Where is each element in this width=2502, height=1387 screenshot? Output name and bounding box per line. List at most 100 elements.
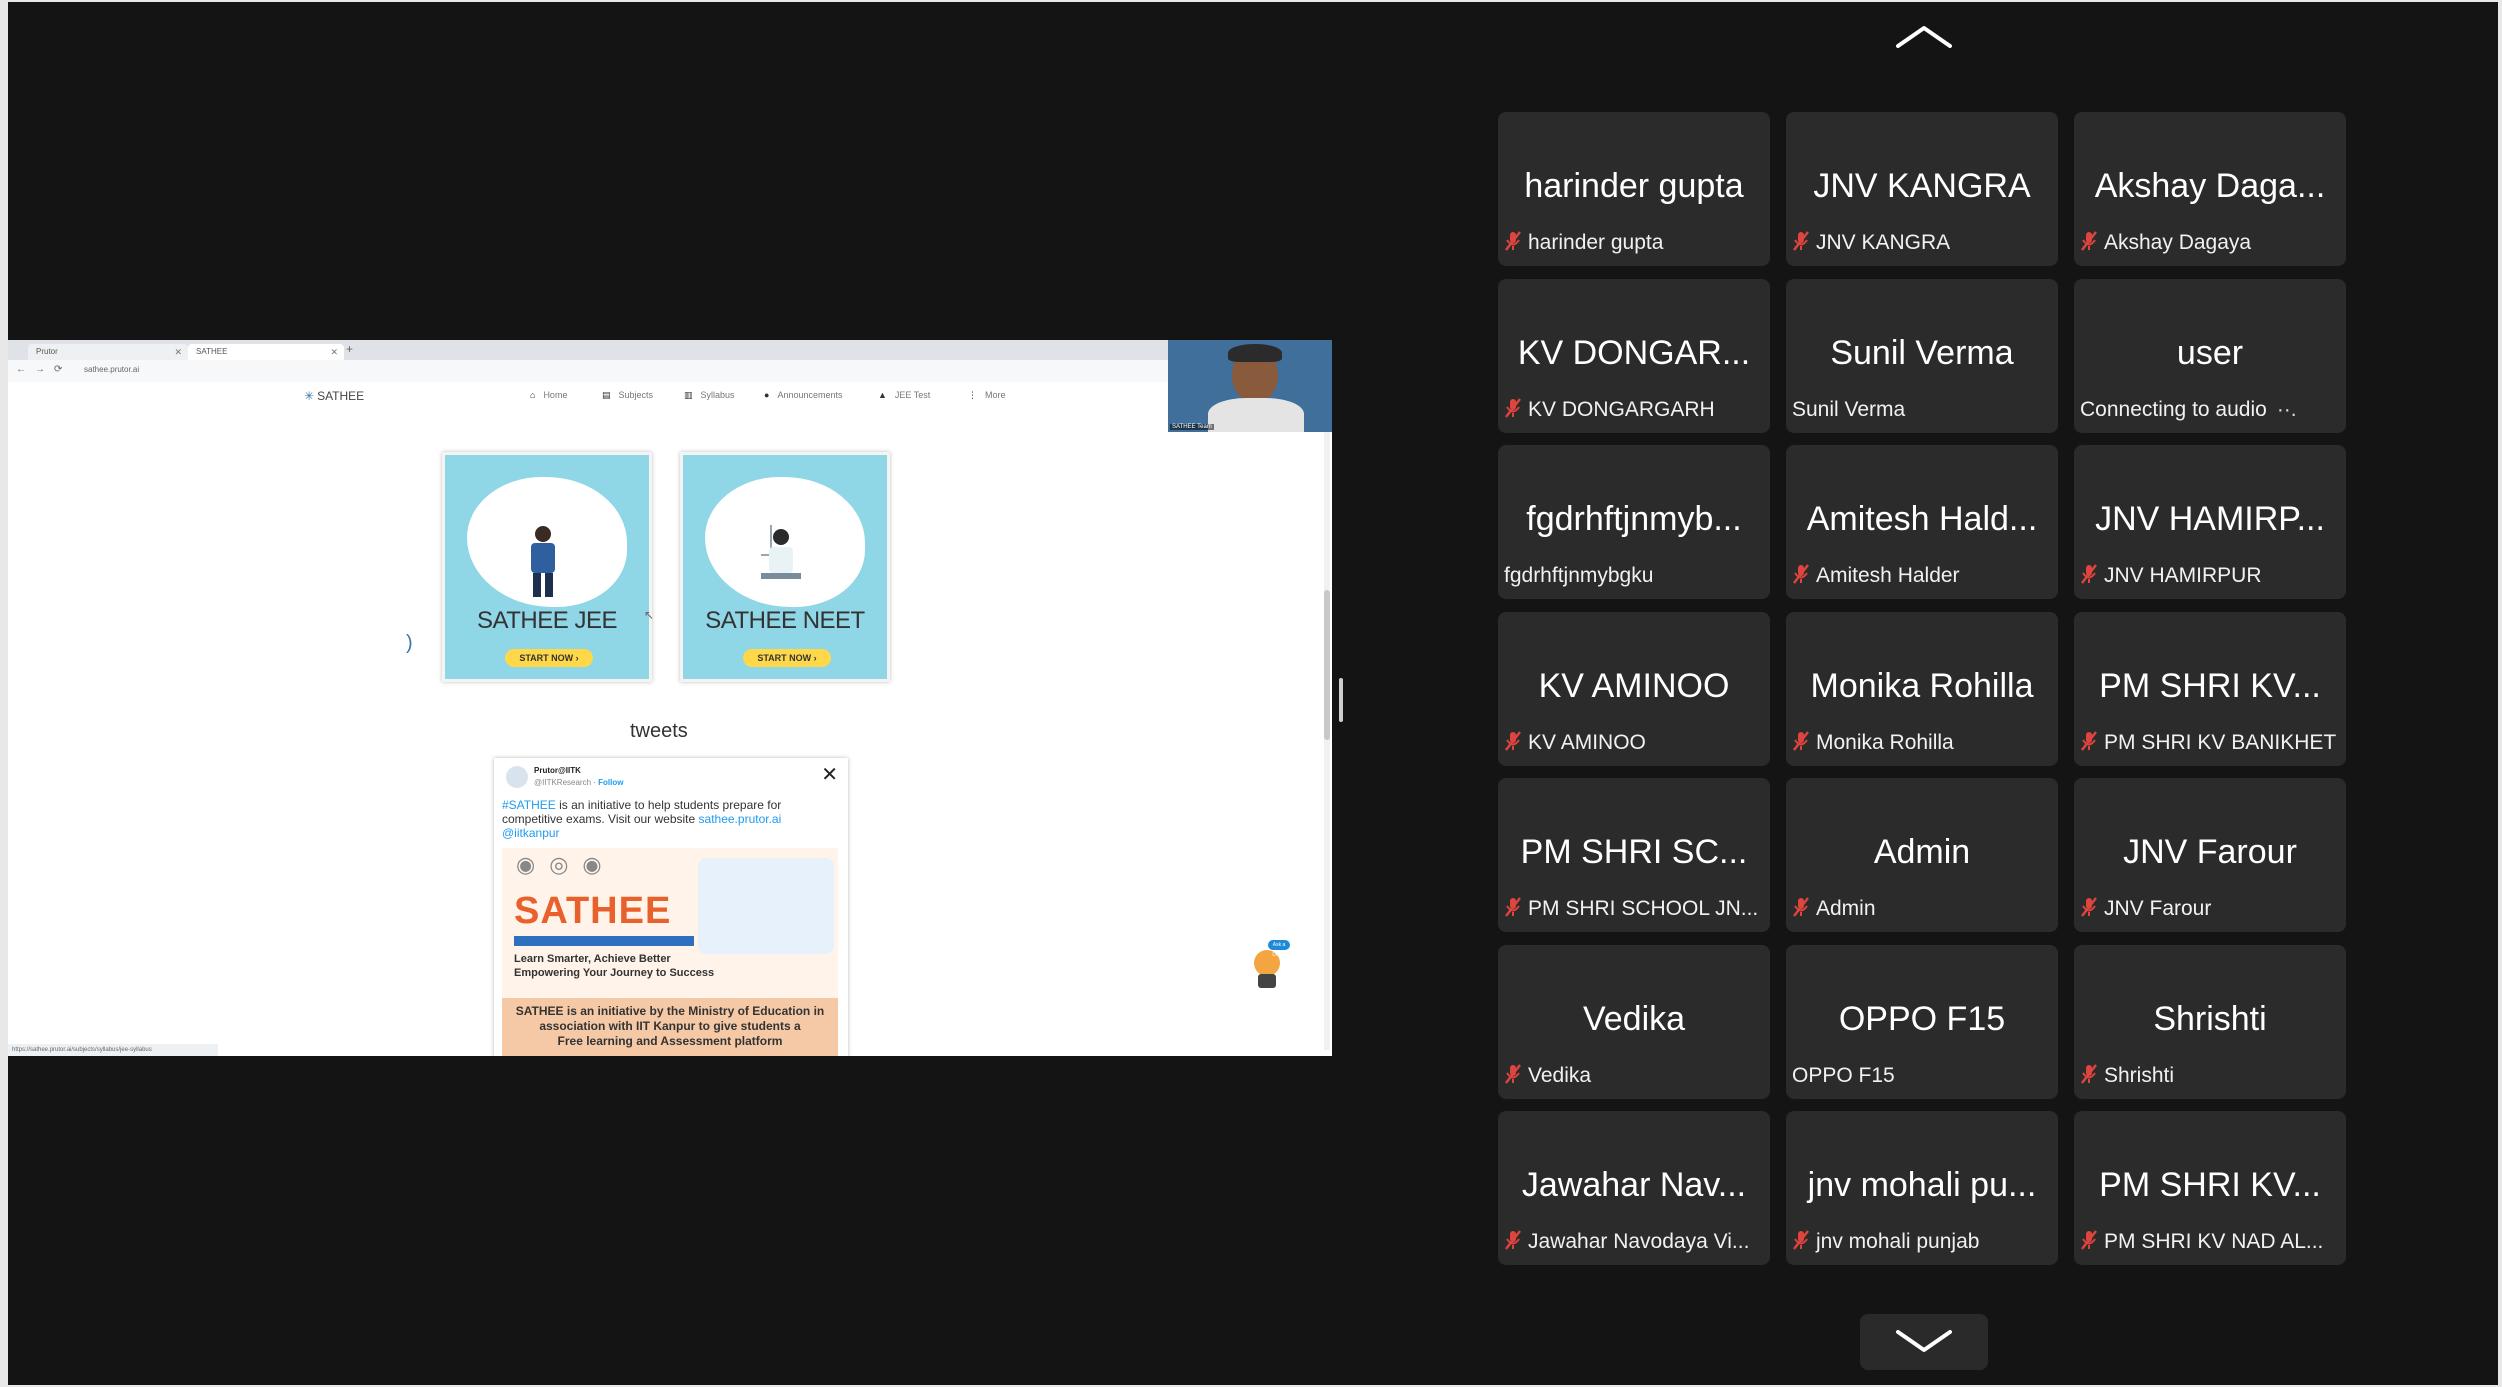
mic-off-icon — [2080, 1230, 2098, 1251]
more-vertical-icon: ⋮ — [968, 390, 977, 400]
participant-tile[interactable]: JNV HAMIRP... JNV HAMIRPUR — [2074, 445, 2346, 599]
tweet-mention[interactable]: @iitkanpur — [502, 826, 560, 840]
participant-tile[interactable]: Vedika Vedika — [1498, 944, 1770, 1099]
start-now-button[interactable]: START NOW › — [505, 649, 593, 667]
close-tab-icon[interactable]: ✕ — [330, 344, 338, 360]
tweet-account[interactable]: Prutor@IITK — [534, 766, 581, 775]
participant-tile[interactable]: JNV KANGRA JNV KANGRA — [1786, 112, 2058, 266]
poster-footer-line: Free learning and Assessment platform — [557, 1034, 783, 1048]
nav-subjects[interactable]: ▤ Subjects — [602, 390, 653, 401]
participant-name: Admin — [1816, 897, 1876, 920]
participant-name: JNV HAMIRPUR — [2104, 564, 2262, 587]
browser-nav-icons[interactable]: ←→⟳ — [16, 364, 71, 375]
participant-display-name: PM SHRI KV... — [2099, 1166, 2321, 1204]
participant-tile[interactable]: Jawahar Nav... Jawahar Navodaya Vi... — [1498, 1111, 1770, 1265]
nav-jee-test[interactable]: ▲ JEE Test — [878, 390, 930, 400]
status-bar-url: https://sathee.prutor.ai/subjects/syllab… — [8, 1044, 218, 1056]
nav-syllabus[interactable]: ▥ Syllabus — [684, 390, 735, 401]
participant-display-name: fgdrhftjnmyb... — [1526, 500, 1742, 538]
shared-screen[interactable]: Prutor ✕ SATHEE ✕ + ←→⟳ sathee.prutor.ai… — [8, 340, 1332, 1056]
participant-name-row: Shrishti — [2080, 1063, 2342, 1089]
participant-tile[interactable]: harinder gupta harinder gupta — [1498, 112, 1770, 266]
participant-name: KV DONGARGARH — [1528, 397, 1715, 421]
mic-off-icon — [1792, 731, 1810, 751]
participant-display-name: OPPO F15 — [1838, 999, 2006, 1038]
participant-tile[interactable]: Monika Rohilla Monika Rohilla — [1786, 611, 2058, 766]
nav-home[interactable]: ⌂ Home — [530, 390, 567, 400]
mic-off-icon — [1504, 731, 1522, 751]
participant-tile[interactable]: PM SHRI KV... PM SHRI KV NAD AL... — [2074, 1111, 2346, 1265]
nav-label: More — [985, 390, 1006, 400]
more-horizontal-icon[interactable]: ··. — [2277, 398, 2297, 421]
tweet-poster[interactable]: ◉◎◉ SATHEE Learn Smarter, Achieve Better… — [502, 848, 838, 1056]
participant-tile[interactable]: Sunil Verma Sunil Verma — [1786, 278, 2058, 433]
mic-off-icon — [1792, 564, 1810, 585]
poster-footer: SATHEE is an initiative by the Ministry … — [502, 998, 838, 1056]
participant-display-name: PM SHRI SC... — [1520, 833, 1748, 871]
participant-display-name: harinder gupta — [1524, 167, 1744, 205]
site-logo[interactable]: ✳ SATHEE — [304, 389, 364, 403]
participant-tile[interactable]: JNV Farour JNV Farour — [2074, 778, 2346, 932]
participant-name: Amitesh Halder — [1816, 564, 1960, 587]
ask-doubt-bubble[interactable]: Ask a Doubt — [1268, 940, 1290, 958]
split-resize-handle[interactable] — [1339, 678, 1343, 722]
follow-link[interactable]: Follow — [598, 778, 623, 787]
close-tab-icon[interactable]: ✕ — [174, 344, 182, 360]
participant-display-name: user — [2176, 333, 2244, 372]
mic-off-icon — [1504, 398, 1522, 418]
page-scrollbar-thumb[interactable] — [1324, 590, 1330, 740]
tab-label: Prutor — [36, 347, 58, 356]
start-now-label: START NOW — [757, 653, 812, 663]
tweets-heading: tweets — [630, 720, 688, 742]
participant-tile[interactable]: Akshay Daga... Akshay Dagaya — [2074, 112, 2346, 266]
participant-tile[interactable]: PM SHRI KV... PM SHRI KV BANIKHET — [2074, 611, 2346, 766]
scroll-down-button[interactable] — [1860, 1314, 1988, 1370]
book-icon: ▤ — [602, 390, 611, 400]
participant-tile[interactable]: KV DONGAR... KV DONGARGARH — [1498, 278, 1770, 433]
participant-tile[interactable]: KV AMINOO KV AMINOO — [1498, 611, 1770, 766]
nav-more[interactable]: ⋮ More — [968, 390, 1006, 401]
participant-display-name: jnv mohali pu... — [1807, 1166, 2037, 1204]
poster-footer-line: association with IIT Kanpur to give stud… — [539, 1019, 801, 1033]
poster-footer-line: SATHEE is an initiative by the Ministry … — [515, 1004, 825, 1018]
tweet-text: #SATHEE is an initiative to help student… — [502, 798, 822, 840]
participant-tile[interactable]: fgdrhftjnmyb... fgdrhftjnmybgku — [1498, 445, 1770, 599]
tweet-hashtag[interactable]: #SATHEE — [502, 798, 556, 812]
tweet-embed[interactable]: Prutor@IITK @IITKResearch · Follow ✕ #SA… — [494, 758, 848, 1056]
new-tab-button[interactable]: + — [346, 342, 353, 356]
browser-tab[interactable]: Prutor ✕ — [28, 344, 188, 360]
close-icon[interactable]: ✕ — [821, 762, 838, 787]
logo-icon: ✳ — [304, 389, 315, 403]
participant-tile[interactable]: Shrishti Shrishti — [2074, 944, 2346, 1099]
start-now-button[interactable]: START NOW › — [743, 649, 831, 667]
url-text[interactable]: sathee.prutor.ai — [84, 365, 139, 374]
participant-name-row: KV DONGARGARH — [1504, 397, 1766, 423]
card-title: SATHEE NEET — [705, 607, 865, 634]
participant-tile[interactable]: user Connecting to audio ··. — [2074, 278, 2346, 433]
participant-name: JNV KANGRA — [1816, 231, 1951, 254]
mic-off-icon — [1504, 1064, 1522, 1084]
participant-tile[interactable]: Amitesh Hald... Amitesh Halder — [1786, 445, 2058, 599]
participant-display-name: JNV HAMIRP... — [2095, 500, 2325, 538]
participant-tile[interactable]: OPPO F15 OPPO F15 — [1786, 944, 2058, 1099]
participant-name-row: JNV KANGRA — [1792, 230, 2054, 256]
tweet-link[interactable]: sathee.prutor.ai — [699, 812, 782, 826]
participant-tile[interactable]: Admin Admin — [1786, 778, 2058, 932]
nav-announcements[interactable]: ● Announcements — [764, 390, 842, 400]
participant-name: Jawahar Navodaya Vi... — [1528, 1230, 1750, 1253]
browser-tab-active[interactable]: SATHEE ✕ — [188, 344, 344, 360]
scroll-up-button[interactable] — [1860, 10, 1988, 66]
participant-display-name: Jawahar Nav... — [1521, 1166, 1747, 1204]
participant-name-row: Vedika — [1504, 1063, 1766, 1089]
chatbot-widget[interactable]: Ask a Doubt — [1246, 940, 1290, 988]
participant-name-row: JNV HAMIRPUR — [2080, 563, 2342, 589]
tweet-handle: @IITKResearch — [534, 778, 592, 787]
participant-tile[interactable]: jnv mohali pu... jnv mohali punjab — [1786, 1111, 2058, 1265]
participant-name-row: Connecting to audio ··. — [2080, 397, 2342, 423]
participant-tile[interactable]: PM SHRI SC... PM SHRI SCHOOL JN... — [1498, 778, 1770, 932]
sathee-jee-card[interactable]: SATHEE JEE START NOW › — [442, 452, 652, 682]
sathee-neet-card[interactable]: SATHEE NEET START NOW › — [680, 452, 890, 682]
participant-name-row: jnv mohali punjab — [1792, 1229, 2054, 1255]
participant-name-row: Monika Rohilla — [1792, 730, 2054, 756]
participant-name: KV AMINOO — [1528, 730, 1646, 754]
